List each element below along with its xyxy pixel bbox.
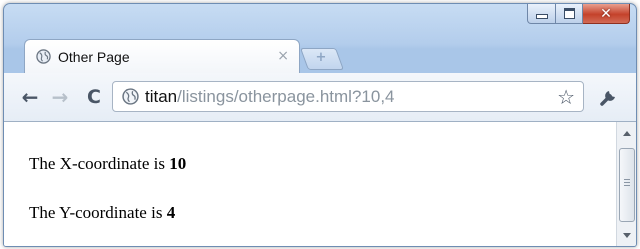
minimize-button[interactable] (527, 4, 556, 24)
grip-line (624, 185, 630, 186)
forward-arrow-icon: → (51, 85, 69, 109)
reload-button[interactable]: C (82, 85, 106, 109)
tab-other-page[interactable]: Other Page × (24, 39, 300, 73)
scroll-up-arrow-icon[interactable] (623, 131, 631, 136)
wrench-icon[interactable] (598, 86, 620, 108)
browser-window: ✕ Other Page × + ← → C titan/listings/ot… (3, 3, 637, 247)
bookmark-star-icon[interactable]: ☆ (557, 85, 575, 109)
grip-line (624, 179, 630, 180)
toolbar: ← → C titan/listings/otherpage.html?10,4… (4, 73, 636, 122)
reload-icon: C (87, 86, 101, 108)
maximize-button[interactable] (556, 4, 583, 24)
x-coordinate-label: The X-coordinate is (29, 154, 170, 173)
url-text: titan/listings/otherpage.html?10,4 (145, 87, 395, 107)
scroll-down-arrow-icon[interactable] (623, 233, 631, 238)
close-window-button[interactable]: ✕ (583, 4, 630, 24)
vertical-scrollbar[interactable] (616, 122, 636, 246)
back-button[interactable]: ← (18, 85, 42, 109)
close-icon: ✕ (600, 5, 612, 22)
back-arrow-icon: ← (21, 85, 39, 109)
tab-close-button[interactable]: × (277, 48, 289, 64)
grip-line (624, 182, 630, 183)
url-path: /listings/otherpage.html?10,4 (177, 87, 395, 106)
x-coordinate-line: The X-coordinate is 10 (29, 154, 186, 174)
window-controls: ✕ (527, 4, 630, 24)
maximize-icon (563, 8, 575, 19)
y-coordinate-label: The Y-coordinate is (29, 203, 167, 222)
new-tab-button[interactable]: + (299, 48, 345, 70)
scrollbar-thumb[interactable] (619, 148, 635, 222)
tab-title: Other Page (58, 49, 130, 65)
x-coordinate-value: 10 (169, 154, 187, 173)
plus-icon: + (315, 50, 327, 65)
url-host: titan (145, 87, 178, 106)
address-bar[interactable]: titan/listings/otherpage.html?10,4 ☆ (112, 81, 584, 112)
y-coordinate-line: The Y-coordinate is 4 (29, 203, 175, 223)
minimize-icon (535, 14, 548, 19)
y-coordinate-value: 4 (166, 203, 176, 222)
page-content: The X-coordinate is 10 The Y-coordinate … (4, 122, 616, 246)
page-info-icon (122, 88, 139, 105)
forward-button[interactable]: → (48, 85, 72, 109)
globe-icon (36, 49, 51, 64)
